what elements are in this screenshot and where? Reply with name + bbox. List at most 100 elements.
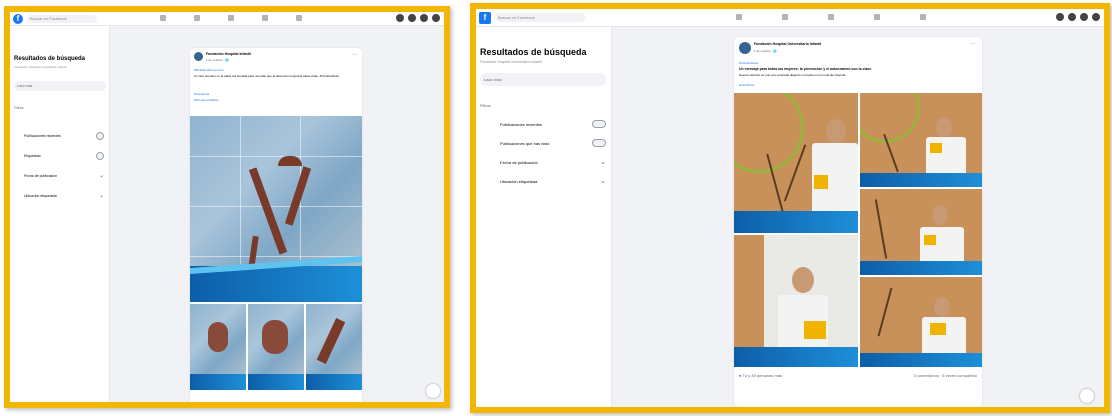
author-avatar[interactable] (739, 42, 751, 54)
groups-icon[interactable] (262, 15, 268, 21)
marketplace-icon[interactable] (228, 15, 234, 21)
toggle-switch[interactable] (592, 139, 606, 147)
messenger-icon[interactable] (1068, 13, 1076, 21)
post-hashtag[interactable]: #LazoRosa (739, 83, 754, 87)
campaign-banner (734, 211, 858, 233)
post-photo[interactable] (860, 93, 982, 187)
filter-label: Publicaciones recientes (500, 121, 543, 127)
post-thumbnail[interactable] (190, 304, 246, 390)
menu-icon[interactable] (396, 14, 404, 22)
post-time[interactable]: 1 de octubre · 🌐 (754, 49, 777, 53)
home-icon[interactable] (160, 15, 166, 21)
toggle-switch[interactable] (96, 132, 104, 140)
top-navigation-bar: f Buscar en Facebook (10, 12, 444, 26)
post-hashtag[interactable]: #OctubreRosa (739, 61, 758, 65)
notifications-icon[interactable] (1080, 13, 1088, 21)
chevron-down-icon: ⌄ (600, 159, 606, 166)
filter-tagged[interactable]: Etiquetado (24, 152, 104, 160)
nav-icons (160, 15, 302, 21)
chevron-down-icon: ⌄ (98, 193, 104, 199)
campaign-banner (860, 353, 982, 367)
facebook-logo[interactable]: f (479, 11, 491, 24)
top-navigation-bar: f Buscar en Facebook (476, 9, 1104, 27)
comments-shares-count[interactable]: 3 comentarios · 8 veces compartido (914, 373, 977, 378)
more-options-icon[interactable]: ··· (970, 41, 976, 47)
filter-tagged-location[interactable]: Ubicación etiquetada ⌄ (24, 192, 104, 199)
sidebar-title: Resultados de búsqueda (14, 56, 86, 62)
filter-label: Fecha de publicación (500, 159, 538, 165)
gaming-icon[interactable] (296, 15, 302, 21)
human-ribbon (262, 320, 288, 354)
search-sidebar: Resultados de búsqueda Fundación Hospita… (10, 26, 110, 402)
sidebar-search-field[interactable]: Lazo rosa (14, 81, 106, 91)
groups-icon[interactable] (874, 14, 880, 20)
filter-date-posted[interactable]: Fecha de publicación ⌄ (24, 172, 104, 179)
filters-label: Filtros (14, 106, 24, 110)
filter-recent-posts[interactable]: Publicaciones recientes (24, 132, 104, 140)
toggle-switch[interactable] (592, 120, 606, 128)
human-ribbon (316, 318, 346, 364)
filter-seen-posts[interactable]: Publicaciones que has visto (500, 139, 606, 147)
watch-icon[interactable] (194, 15, 200, 21)
campaign-sign (930, 323, 946, 335)
post-thumbnail[interactable] (306, 304, 362, 390)
campaign-banner (860, 173, 982, 187)
filter-label: Ubicación etiquetada (500, 178, 538, 184)
account-avatar[interactable] (1092, 13, 1100, 21)
facebook-logo[interactable]: f (13, 13, 23, 24)
search-input[interactable]: Buscar en Facebook (495, 13, 585, 22)
filter-recent-posts[interactable]: Publicaciones recientes (500, 120, 606, 128)
account-avatar[interactable] (432, 14, 440, 22)
filter-tagged-location[interactable]: Ubicación etiquetada ⌄ (500, 177, 606, 185)
messenger-icon[interactable] (408, 14, 416, 22)
sidebar-subtitle: Fundación Hospital Universitario Infanti… (14, 65, 67, 69)
notifications-icon[interactable] (420, 14, 428, 22)
home-icon[interactable] (736, 14, 742, 20)
marketplace-icon[interactable] (828, 14, 834, 20)
gaming-icon[interactable] (920, 14, 926, 20)
campaign-banner (306, 374, 362, 390)
plaza-line (190, 156, 362, 157)
mural-branch (877, 287, 893, 337)
campaign-sign (924, 235, 936, 245)
post-hashtag[interactable]: #PrevenciónSalva (194, 98, 218, 102)
more-options-icon[interactable]: ··· (352, 52, 357, 58)
post-photo[interactable] (734, 235, 858, 367)
post-hashtag[interactable]: #MesDeLaPrevención (194, 68, 224, 72)
search-input[interactable]: Buscar en Facebook (27, 14, 97, 23)
author-avatar[interactable] (194, 52, 203, 61)
person-head (826, 119, 846, 143)
post-thumbnail[interactable] (248, 304, 304, 390)
filter-label: Publicaciones recientes (24, 134, 61, 138)
scroll-to-top-button[interactable] (1080, 389, 1094, 403)
post-photo[interactable] (734, 93, 858, 233)
reactions-summary[interactable]: ● Tú y 45 personas más (739, 373, 782, 378)
post-time[interactable]: 1 de octubre · 🌐 (206, 58, 229, 62)
filters-label: Filtros (480, 103, 491, 108)
campaign-sign (930, 143, 942, 153)
account-icons (1056, 13, 1100, 21)
campaign-banner (860, 261, 982, 275)
watch-icon[interactable] (782, 14, 788, 20)
sidebar-title: Resultados de búsqueda (480, 47, 587, 57)
person-head (932, 205, 948, 225)
person-head (934, 297, 950, 317)
filter-label: Ubicación etiquetada (24, 193, 57, 198)
post-body: Nuestro director se une a la campaña dej… (739, 73, 846, 77)
toggle-switch[interactable] (96, 152, 104, 160)
filter-date-posted[interactable]: Fecha de publicación ⌄ (500, 158, 606, 166)
post-photo[interactable] (860, 189, 982, 275)
search-sidebar: Resultados de búsqueda Fundación Hospita… (476, 27, 612, 407)
filter-label: Etiquetado (24, 154, 41, 158)
menu-icon[interactable] (1056, 13, 1064, 21)
post-author[interactable]: Fundación Hospital Universitario Infanti… (754, 42, 821, 46)
post-photo[interactable] (860, 277, 982, 367)
post-author[interactable]: Fundación Hospital Infantil (206, 52, 251, 56)
sidebar-subtitle: Fundación Hospital Universitario Infanti… (480, 60, 542, 64)
post-card: Fundación Hospital Universitario Infanti… (734, 37, 982, 407)
chevron-down-icon: ⌄ (600, 178, 606, 185)
post-hashtag[interactable]: #LazoRosa (194, 92, 209, 96)
scroll-to-top-button[interactable] (426, 384, 440, 398)
post-main-image[interactable] (190, 116, 362, 302)
sidebar-search-field[interactable]: Lazo rosa (480, 73, 606, 86)
